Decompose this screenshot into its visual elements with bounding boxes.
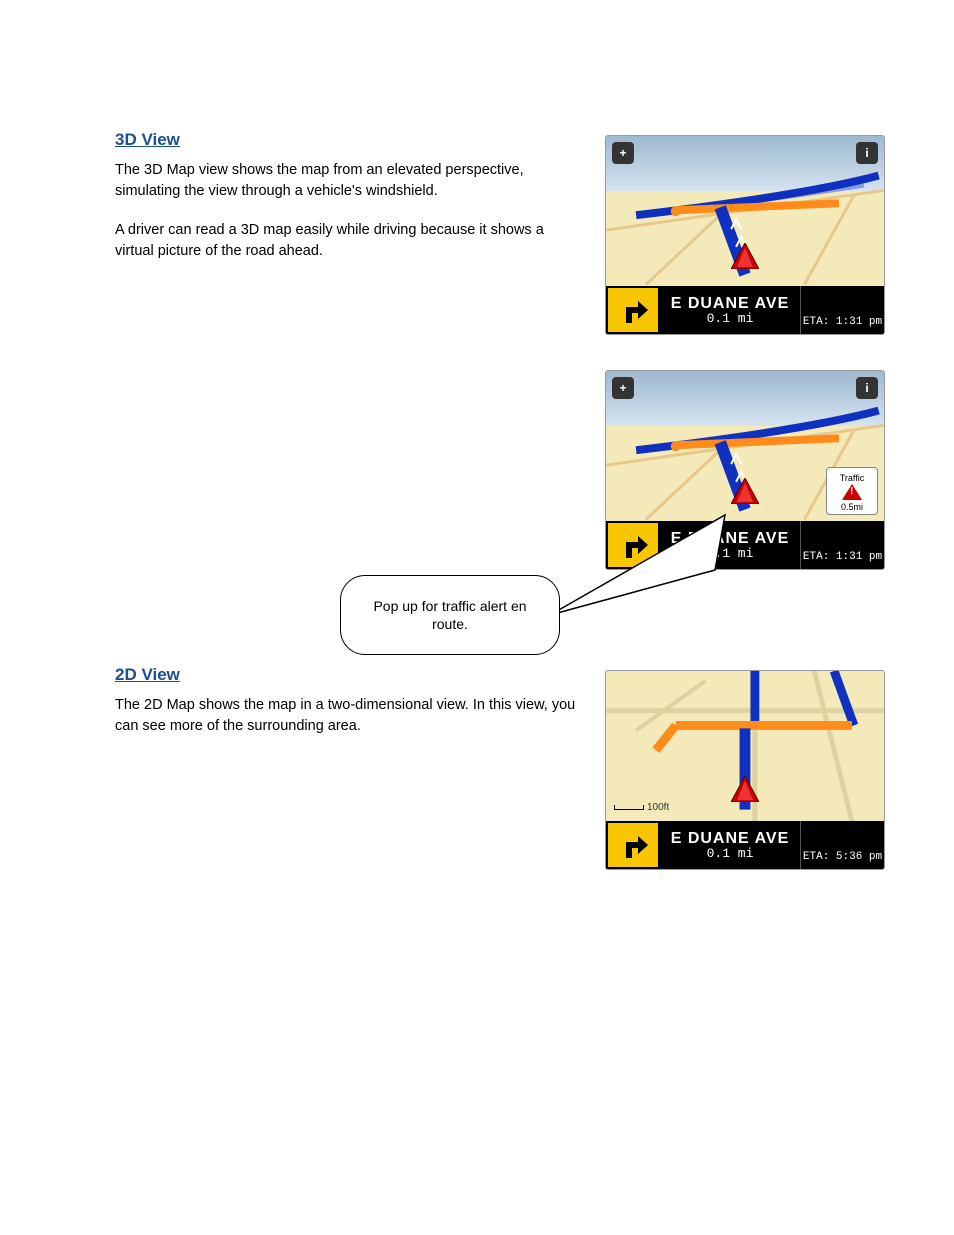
turn-right-icon[interactable] [606,521,660,569]
paragraph-3d-1: The 3D Map view shows the map from an el… [115,160,585,202]
callout-pointer [545,560,745,660]
distance-label: 0.1 mi [707,846,754,861]
heading-2d-view: 2D View [115,665,585,685]
callout-bubble: Pop up for traffic alert en route. [340,575,560,655]
section-2d-view: 2D View The 2D Map shows the map in a tw… [115,665,585,755]
turn-right-icon[interactable] [606,821,660,869]
warning-icon [842,484,862,500]
paragraph-2d-1: The 2D Map shows the map in a two-dimens… [115,695,585,737]
eta-label[interactable]: ETA: 1:31 pm [800,286,884,334]
status-center: E DUANE AVE 0.1 mi [660,821,800,869]
paragraph-3d-2: A driver can read a 3D map easily while … [115,220,585,262]
status-center: E DUANE AVE 0.1 mi [660,521,800,569]
callout-text: Pop up for traffic alert en route. [355,597,545,633]
section-3d-view: 3D View The 3D Map view shows the map fr… [115,130,585,280]
vehicle-marker-icon [731,478,759,509]
nav-status-bar: E DUANE AVE 0.1 mi ETA: 1:31 pm [606,521,884,569]
vehicle-marker-icon [731,243,759,274]
turn-right-icon[interactable] [606,286,660,334]
eta-label[interactable]: ETA: 1:31 pm [800,521,884,569]
traffic-alert-popup[interactable]: Traffic 0.5mi [826,467,878,515]
scale-label: 100ft [647,802,669,813]
distance-label: 0.1 mi [707,311,754,326]
nav-screenshot-3d-traffic: + i Traffic 0.5mi E DUANE AVE [605,370,885,570]
traffic-popup-title: Traffic [840,473,865,483]
map-scale: 100ft [614,802,669,813]
status-center: E DUANE AVE 0.1 mi [660,286,800,334]
eta-label[interactable]: ETA: 5:36 pm [800,821,884,869]
vehicle-marker-icon [731,776,759,807]
heading-3d-view: 3D View [115,130,585,150]
nav-status-bar: E DUANE AVE 0.1 mi ETA: 1:31 pm [606,286,884,334]
nav-screenshot-3d: + i E DUANE AVE 0.1 mi ETA: [605,135,885,335]
nav-status-bar: E DUANE AVE 0.1 mi ETA: 5:36 pm [606,821,884,869]
traffic-popup-distance: 0.5mi [841,502,863,512]
distance-label: 0.1 mi [707,546,754,561]
nav-screenshot-2d: 100ft E DUANE AVE 0.1 mi ETA: 5:36 pm [605,670,885,870]
